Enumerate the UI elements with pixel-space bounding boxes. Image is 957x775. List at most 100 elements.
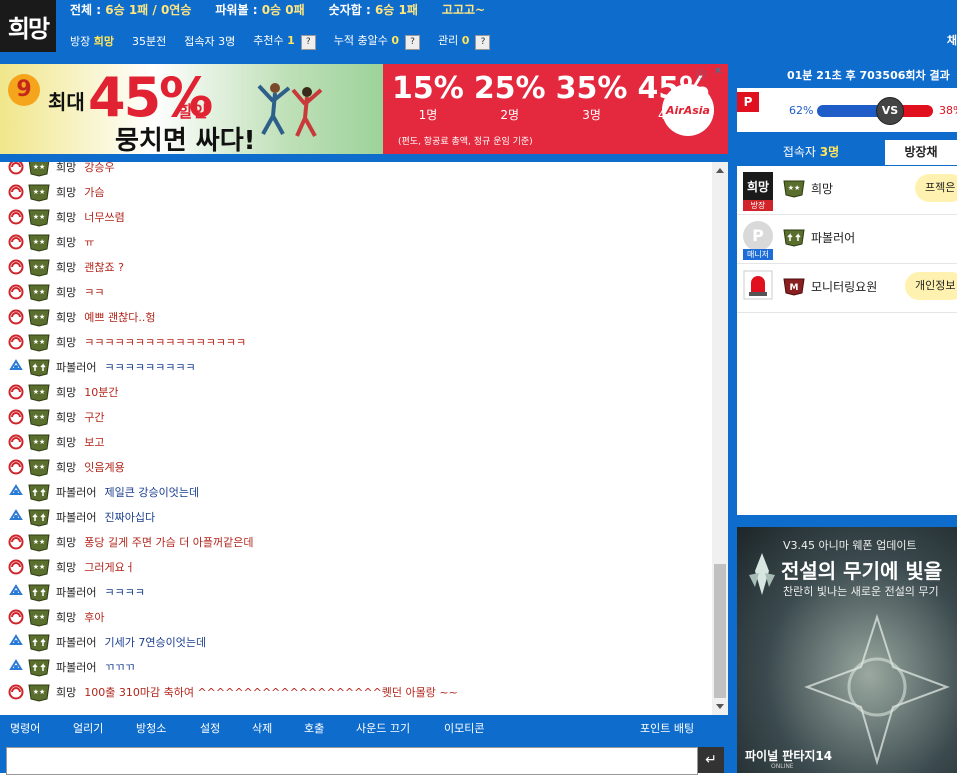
svg-text:★★: ★★ xyxy=(33,213,46,221)
chat-nick[interactable]: 희망 xyxy=(56,384,76,400)
toolbar-point-bet[interactable]: 포인트 배팅 xyxy=(640,720,694,736)
chat-text: 강승우 xyxy=(84,162,115,174)
chat-nick[interactable]: 희망 xyxy=(56,534,76,550)
chat-message: ★★ 희망 100출 310마감 축하여 ^^^^^^^^^^^^^^^^^^^^퀫… xyxy=(0,679,712,704)
chat-message: ★★ 희망 괜찮죠 ? xyxy=(0,254,712,279)
chat-nick[interactable]: 희망 xyxy=(56,559,76,575)
rank-badge-icon: ★★ xyxy=(28,259,50,277)
chat-nick[interactable]: 파볼러어 xyxy=(56,634,96,650)
chat-nick[interactable]: 희망 xyxy=(56,309,76,325)
tab-owner-chat[interactable]: 방장채 xyxy=(885,140,957,165)
chat-nick[interactable]: 희망 xyxy=(56,609,76,625)
cumulative-help-button[interactable]: ? xyxy=(405,35,421,50)
ad-text-max: 최대 xyxy=(48,90,85,114)
user-row[interactable]: M 모니터링요원 개인정보 xyxy=(737,264,957,313)
chat-message-list: ★★ 희망 강승우 ★★ 희망 가슴 ★★ 희망 너무쓰렴 ★★ 희망 ㅠ ★★ 희망 괜찮죠 ? ★★ 희망 ㅋ… xyxy=(0,162,712,704)
ad-close-icon[interactable]: ✕ xyxy=(714,66,722,77)
rank-badge-icon: ★★ xyxy=(28,609,50,627)
red-swirl-icon xyxy=(8,409,24,424)
chat-text: 보고 xyxy=(84,435,105,449)
recommend-help-button[interactable]: ? xyxy=(300,35,316,50)
ad-jumping-people-image xyxy=(257,83,323,137)
left-percent: 62% xyxy=(789,104,814,117)
user-row[interactable]: 희망 방장 ★★ 희망 프젝은 xyxy=(737,166,957,215)
user-rows: 희망 방장 ★★ 희망 프젝은 P 매니저 파볼러어 M 모니터링요원 개인정보 xyxy=(737,166,957,313)
chat-input[interactable] xyxy=(6,747,698,775)
rank-badge-icon: ★★ xyxy=(28,234,50,252)
svg-text:★★: ★★ xyxy=(33,288,46,296)
toolbar-call[interactable]: 호출 xyxy=(304,720,324,736)
chat-text: ㅠ xyxy=(84,235,95,249)
svg-text:★★: ★★ xyxy=(33,688,46,696)
ad-percent-item: 25% 2명 xyxy=(473,71,546,123)
chat-message: ★★ 희망 ㅋㅋ xyxy=(0,279,712,304)
user-row[interactable]: P 매니저 파볼러어 xyxy=(737,215,957,264)
chat-nick[interactable]: 희망 xyxy=(56,434,76,450)
ad-badge-icon: 9 xyxy=(8,74,40,106)
scroll-thumb[interactable] xyxy=(714,564,726,698)
toolbar-settings[interactable]: 설정 xyxy=(200,720,220,736)
chat-nick[interactable]: 희망 xyxy=(56,234,76,250)
send-enter-icon[interactable]: ↵ xyxy=(698,747,724,773)
rank-badge-icon xyxy=(783,229,805,247)
chat-nick[interactable]: 파볼러어 xyxy=(56,584,96,600)
red-swirl-icon xyxy=(8,459,24,474)
chat-text: 잇음계용 xyxy=(84,460,125,474)
rank-badge-icon: ★★ xyxy=(28,409,50,427)
chat-nick[interactable]: 파볼러어 xyxy=(56,509,96,525)
chat-nick[interactable]: 파볼러어 xyxy=(56,659,96,675)
chat-nick[interactable]: 희망 xyxy=(56,184,76,200)
rank-badge-icon: ★★ xyxy=(28,334,50,352)
red-swirl-icon xyxy=(8,309,24,324)
ad-info-icon[interactable]: ⓘ xyxy=(696,66,706,81)
toolbar-freeze[interactable]: 얼리기 xyxy=(73,720,103,736)
chat-nick[interactable]: 희망 xyxy=(56,284,76,300)
chat-nick[interactable]: 희망 xyxy=(56,209,76,225)
svg-text:★★: ★★ xyxy=(33,388,46,396)
ad-percent-item: 35% 3명 xyxy=(555,71,628,123)
red-swirl-icon xyxy=(8,284,24,299)
toolbar-delete[interactable]: 삭제 xyxy=(252,720,272,736)
user-name: 희망 xyxy=(811,182,834,196)
ffxiv-banner-ad[interactable]: V3.45 아니마 웨폰 업데이트 전설의 무기에 빛을 찬란히 빛나는 새로운… xyxy=(737,527,957,773)
chat-nick[interactable]: 희망 xyxy=(56,259,76,275)
chat-nick[interactable]: 희망 xyxy=(56,334,76,350)
ad-text-discount: 할인 xyxy=(178,102,208,121)
blue-recycle-icon xyxy=(9,358,23,370)
chat-nick[interactable]: 희망 xyxy=(56,409,76,425)
chat-nick[interactable]: 희망 xyxy=(56,459,76,475)
rank-badge-icon xyxy=(28,659,50,677)
airasia-logo: AirAsia xyxy=(662,84,714,136)
red-swirl-icon xyxy=(8,209,24,224)
chat-message: ★★ 희망 ㅋㅋㅋㅋㅋㅋㅋㅋㅋㅋㅋㅋㅋㅋㅋㅋ xyxy=(0,329,712,354)
red-swirl-icon xyxy=(8,184,24,199)
manage-help-button[interactable]: ? xyxy=(475,35,491,50)
chat-nick[interactable]: 파볼러어 xyxy=(56,484,96,500)
siren-icon xyxy=(743,270,773,300)
tab-viewers[interactable]: 접속자 3명 xyxy=(737,140,885,165)
scroll-down-arrow-icon[interactable] xyxy=(716,704,724,709)
toolbar-sound-off[interactable]: 사운드 끄기 xyxy=(356,720,410,736)
chat-message: ★★ 희망 강승우 xyxy=(0,162,712,179)
chat-text: 10분간 xyxy=(84,385,119,399)
right-percent: 38% xyxy=(939,104,957,117)
chat-nick[interactable]: 희망 xyxy=(56,684,76,700)
scroll-up-arrow-icon[interactable] xyxy=(716,168,724,173)
toolbar-command[interactable]: 명령어 xyxy=(10,720,40,736)
chat-window: ★★ 희망 강승우 ★★ 희망 가슴 ★★ 희망 너무쓰렴 ★★ 희망 ㅠ ★★ 희망 괜찮죠 ? ★★ 희망 ㅋ… xyxy=(0,162,728,715)
chat-scrollbar[interactable] xyxy=(712,162,728,715)
chat-nick[interactable]: 희망 xyxy=(56,162,76,175)
red-swirl-icon xyxy=(8,234,24,249)
ad-version: V3.45 아니마 웨폰 업데이트 xyxy=(783,539,917,552)
cumulative-count: 누적 충알수 0? xyxy=(334,32,421,50)
rank-badge-icon: ★★ xyxy=(28,309,50,327)
monitor-rank-icon: M xyxy=(783,278,805,296)
toolbar-clean[interactable]: 방청소 xyxy=(136,720,166,736)
airasia-banner-ad[interactable]: 9 최대 45% 할인 뭉치면 싸다! 15%1명 25%2명 35%3명 45… xyxy=(0,64,728,154)
svg-text:★★: ★★ xyxy=(33,413,46,421)
rank-badge-icon: ★★ xyxy=(28,434,50,452)
svg-text:★★: ★★ xyxy=(33,438,46,446)
toolbar-emoticon[interactable]: 이모티콘 xyxy=(444,720,484,736)
svg-text:★★: ★★ xyxy=(33,463,46,471)
chat-nick[interactable]: 파볼러어 xyxy=(56,359,96,375)
